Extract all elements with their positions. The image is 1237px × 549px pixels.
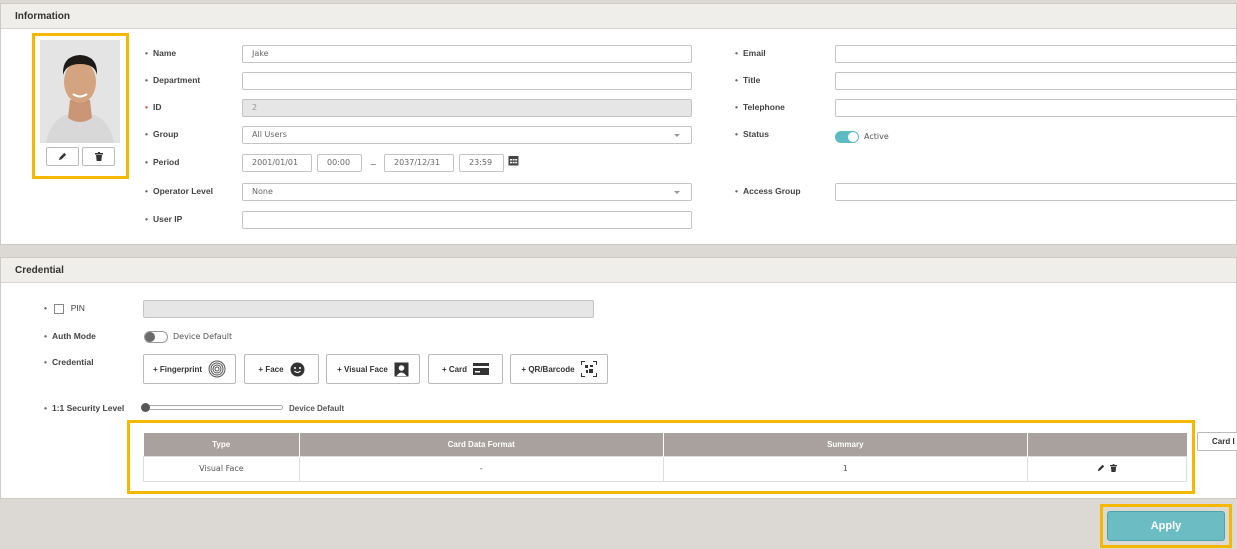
period-label: • Period (145, 157, 180, 167)
table-highlight (127, 420, 1195, 494)
period-end-time[interactable]: 23:59 (459, 154, 504, 172)
footer-bar (0, 500, 1237, 549)
group-label: • Group (145, 129, 179, 139)
email-label: • Email (735, 48, 766, 58)
id-label: • ID (145, 102, 162, 112)
department-input[interactable] (242, 72, 692, 90)
user-ip-input[interactable] (242, 211, 692, 229)
status-value: Active (864, 132, 889, 141)
security-level-label: • 1:1 Security Level (44, 403, 125, 413)
add-fingerprint-button[interactable]: + Fingerprint (143, 354, 236, 384)
name-label: • Name (145, 48, 177, 58)
security-level-value: Device Default (289, 404, 345, 413)
slider-handle[interactable] (141, 403, 150, 412)
name-input[interactable]: Jake (242, 45, 692, 63)
add-face-label: + Face (258, 364, 284, 374)
status-toggle[interactable] (835, 131, 859, 143)
access-group-label: • Access Group (735, 186, 801, 196)
auth-mode-label: • Auth Mode (44, 331, 96, 341)
pin-input (143, 300, 594, 318)
department-label: • Department (145, 75, 201, 85)
card-icon (473, 363, 490, 375)
credential-header: Credential (1, 258, 1236, 283)
operator-level-select[interactable]: None (242, 183, 692, 201)
fingerprint-icon (208, 360, 226, 378)
access-group-input[interactable] (835, 183, 1237, 201)
id-input: 2 (242, 99, 692, 117)
period-separator: ~ (370, 160, 377, 169)
title-label: • Title (735, 75, 761, 85)
card-button[interactable]: Card I (1197, 432, 1237, 451)
user-ip-label: • User IP (145, 214, 183, 224)
operator-level-label: • Operator Level (145, 186, 213, 196)
period-start-date[interactable]: 2001/01/01 (242, 154, 312, 172)
add-visual-face-button[interactable]: + Visual Face (326, 354, 420, 384)
apply-highlight (1100, 504, 1232, 548)
credential-label: • Credential (44, 357, 94, 367)
pin-label: PIN (70, 303, 85, 313)
add-qr-barcode-label: + QR/Barcode (521, 364, 575, 374)
status-label: • Status (735, 129, 769, 139)
add-qr-barcode-button[interactable]: + QR/Barcode (510, 354, 608, 384)
qr-code-icon (580, 361, 597, 377)
telephone-input[interactable] (835, 99, 1237, 117)
auth-mode-value: Device Default (173, 332, 233, 341)
calendar-icon[interactable] (508, 155, 519, 168)
add-visual-face-label: + Visual Face (337, 364, 388, 374)
information-panel: Information (0, 3, 1237, 245)
group-select[interactable]: All Users (242, 126, 692, 144)
add-card-label: + Card (441, 364, 468, 374)
group-value: All Users (252, 130, 287, 139)
add-fingerprint-label: + Fingerprint (152, 364, 203, 374)
period-end-date[interactable]: 2037/12/31 (384, 154, 454, 172)
email-input[interactable] (835, 45, 1237, 63)
add-card-button[interactable]: + Card (428, 354, 503, 384)
face-icon (290, 362, 305, 376)
information-header: Information (1, 4, 1236, 29)
pin-checkbox[interactable] (54, 303, 65, 314)
add-face-button[interactable]: + Face (244, 354, 319, 384)
title-input[interactable] (835, 72, 1237, 90)
security-level-slider[interactable] (141, 403, 284, 412)
pin-label-row: • PIN (44, 303, 85, 314)
visual-face-icon (394, 362, 409, 376)
auth-mode-toggle[interactable] (144, 331, 168, 343)
period-start-time[interactable]: 00:00 (317, 154, 362, 172)
operator-level-value: None (252, 187, 273, 196)
photo-highlight (32, 33, 129, 179)
telephone-label: • Telephone (735, 102, 785, 112)
